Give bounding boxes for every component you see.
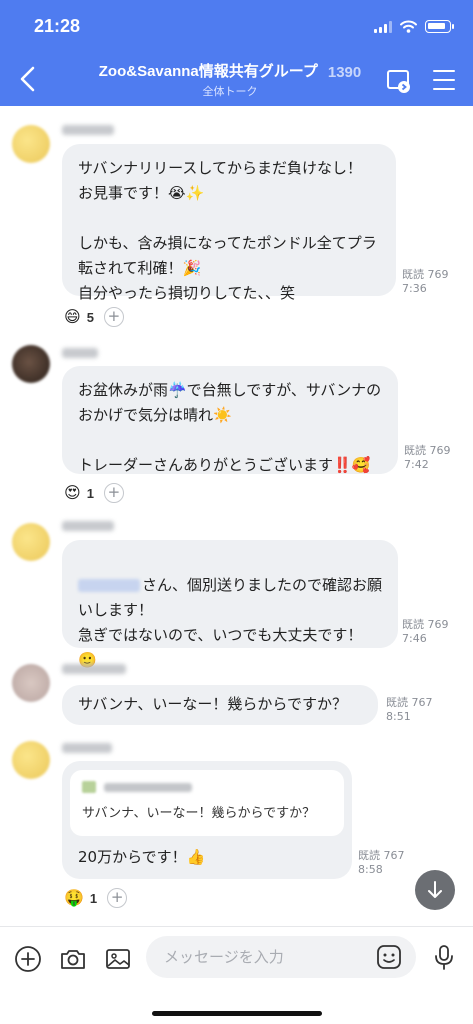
message-bubble[interactable]: サバンナ、いーなー！幾らからですか？ — [62, 685, 378, 725]
plus-icon[interactable] — [14, 945, 42, 973]
microphone-icon[interactable] — [430, 943, 458, 971]
reaction-count: 1 — [89, 890, 98, 906]
message-time: 8:51 — [386, 710, 411, 723]
camera-icon[interactable] — [59, 945, 87, 973]
reaction-emoji: 🤑 — [64, 888, 84, 907]
avatar[interactable] — [12, 741, 50, 779]
home-indicator — [152, 1011, 322, 1016]
wifi-icon — [400, 20, 417, 33]
message-time: 8:58 — [358, 863, 383, 876]
scroll-down-icon[interactable] — [415, 870, 455, 910]
reaction-emoji: 😄 — [64, 307, 81, 326]
read-count: 既読 769 — [404, 444, 451, 457]
reply-quote[interactable]: サバンナ、いーなー！幾らからですか？ — [70, 770, 344, 836]
member-count: 1390 — [327, 64, 362, 81]
add-reaction-button[interactable]: + — [107, 888, 128, 908]
signal-icon — [374, 20, 392, 33]
input-bar — [0, 926, 473, 1024]
mention-name — [78, 579, 140, 592]
chat-area[interactable]: サバンナリリースしてからまだ負けなし！ お見事です！😭✨ しかも、含み損になって… — [0, 106, 473, 926]
chat-subtitle: 全体トーク — [202, 85, 258, 98]
message-bubble[interactable]: サバンナリリースしてからまだ負けなし！ お見事です！😭✨ しかも、含み損になって… — [62, 144, 396, 302]
reaction[interactable]: 😄 5 + — [64, 307, 124, 327]
sender-name — [62, 348, 98, 358]
chat-header: 21:28 Zoo&Savanna情報共有グループ 1390 全体トーク — [0, 0, 473, 106]
message-text: 20万からです！👍 — [78, 848, 206, 866]
video-call-icon[interactable] — [386, 68, 412, 94]
message-meta: 既読 767 8:58 — [358, 849, 405, 877]
read-count: 既読 769 — [402, 618, 449, 631]
message-time: 7:46 — [402, 632, 427, 645]
battery-icon — [425, 20, 454, 33]
quote-text: サバンナ、いーなー！幾らからですか？ — [82, 806, 316, 821]
message-meta: 既読 769 7:36 — [402, 268, 449, 296]
read-count: 既読 769 — [402, 268, 449, 281]
reaction-emoji: 😍 — [64, 483, 81, 502]
sender-name — [62, 125, 114, 135]
avatar[interactable] — [12, 664, 50, 702]
reaction[interactable]: 🤑 1 + — [64, 888, 128, 908]
quote-avatar — [82, 781, 96, 793]
read-count: 既読 767 — [386, 696, 433, 709]
message-time: 7:36 — [402, 282, 427, 295]
message-time: 7:42 — [404, 458, 429, 471]
status-icons — [374, 20, 454, 33]
chat-title: Zoo&Savanna情報共有グループ — [98, 63, 318, 80]
chat-title-area[interactable]: Zoo&Savanna情報共有グループ 1390 全体トーク — [80, 60, 380, 99]
reaction-count: 1 — [86, 485, 94, 501]
reaction-count: 5 — [86, 309, 94, 325]
sender-name — [62, 743, 112, 753]
back-icon[interactable] — [16, 64, 40, 94]
message-meta: 既読 769 7:42 — [404, 444, 451, 472]
quote-header — [82, 780, 332, 794]
quote-sender-name — [104, 782, 192, 792]
reaction[interactable]: 😍 1 + — [64, 483, 124, 503]
message-meta: 既読 769 7:46 — [402, 618, 449, 646]
sender-name — [62, 664, 126, 674]
message-bubble[interactable]: さん、個別送りましたので確認お願いします！ 急ぎではないので、いつでも大丈夫です… — [62, 540, 398, 669]
sticker-icon[interactable] — [375, 943, 403, 971]
image-icon[interactable] — [104, 945, 132, 973]
menu-icon[interactable] — [433, 70, 455, 90]
read-count: 既読 767 — [358, 849, 405, 862]
status-time: 21:28 — [34, 16, 81, 36]
avatar[interactable] — [12, 523, 50, 561]
add-reaction-button[interactable]: + — [103, 307, 124, 327]
avatar[interactable] — [12, 345, 50, 383]
message-meta: 既読 767 8:51 — [386, 696, 433, 724]
sender-name — [62, 521, 114, 531]
avatar[interactable] — [12, 125, 50, 163]
add-reaction-button[interactable]: + — [103, 483, 124, 503]
message-bubble[interactable]: お盆休みが雨☔️で台無しですが、サバンナのおかげで気分は晴れ☀️ トレーダーさん… — [62, 366, 398, 474]
